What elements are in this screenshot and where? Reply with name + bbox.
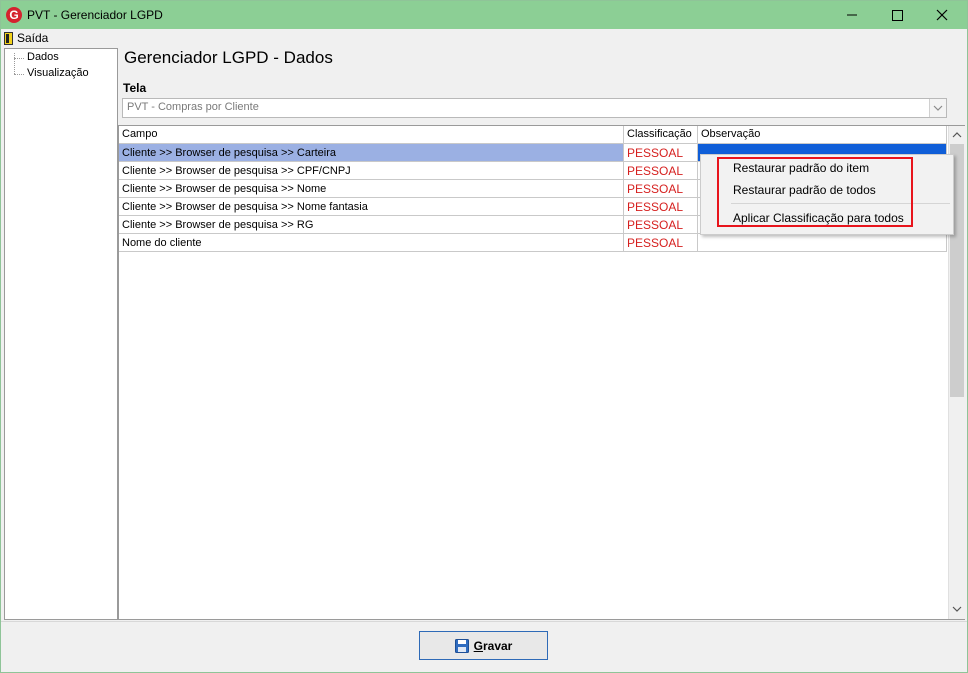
scroll-up-button[interactable] bbox=[949, 126, 965, 143]
table-row[interactable]: Nome do cliente PESSOAL bbox=[119, 234, 947, 252]
tree-connector bbox=[14, 74, 24, 75]
column-header-classificacao[interactable]: Classificação bbox=[624, 126, 698, 143]
grid-header: Campo Classificação Observação bbox=[119, 126, 947, 144]
chevron-down-icon bbox=[933, 105, 943, 111]
cell-campo[interactable]: Cliente >> Browser de pesquisa >> RG bbox=[119, 216, 624, 234]
app-logo-icon: G bbox=[6, 7, 22, 23]
maximize-icon bbox=[892, 10, 903, 21]
screen-select[interactable]: PVT - Compras por Cliente bbox=[122, 98, 947, 118]
cell-classificacao[interactable]: PESSOAL bbox=[624, 180, 698, 198]
window-title: PVT - Gerenciador LGPD bbox=[27, 8, 163, 22]
cell-campo[interactable]: Cliente >> Browser de pesquisa >> Nome f… bbox=[119, 198, 624, 216]
app-window: G PVT - Gerenciador LGPD Saída Dados Vis… bbox=[0, 0, 968, 673]
cell-campo[interactable]: Cliente >> Browser de pesquisa >> Nome bbox=[119, 180, 624, 198]
page-title: Gerenciador LGPD - Dados bbox=[124, 48, 333, 67]
cell-campo[interactable]: Cliente >> Browser de pesquisa >> Cartei… bbox=[119, 144, 624, 162]
cell-observacao[interactable] bbox=[698, 234, 947, 252]
chevron-up-icon bbox=[952, 132, 962, 138]
column-header-observacao[interactable]: Observação bbox=[698, 126, 947, 143]
menu-bar: Saída bbox=[1, 29, 967, 47]
maximize-button[interactable] bbox=[874, 1, 920, 29]
exit-menu[interactable]: Saída bbox=[4, 29, 48, 47]
close-icon bbox=[936, 9, 948, 21]
floppy-disk-icon bbox=[454, 638, 469, 653]
cell-classificacao[interactable]: PESSOAL bbox=[624, 216, 698, 234]
cell-classificacao[interactable]: PESSOAL bbox=[624, 162, 698, 180]
tree-connector bbox=[14, 53, 15, 74]
tree-item-dados[interactable]: Dados bbox=[27, 51, 59, 63]
save-button[interactable]: Gravar bbox=[419, 631, 548, 660]
navigation-tree: Dados Visualização bbox=[4, 48, 118, 620]
cell-classificacao[interactable]: PESSOAL bbox=[624, 144, 698, 162]
cell-classificacao[interactable]: PESSOAL bbox=[624, 198, 698, 216]
cell-campo[interactable]: Cliente >> Browser de pesquisa >> CPF/CN… bbox=[119, 162, 624, 180]
highlight-box bbox=[717, 157, 913, 227]
minimize-icon bbox=[847, 14, 857, 16]
screen-select-value: PVT - Compras por Cliente bbox=[127, 101, 259, 113]
cell-campo[interactable]: Nome do cliente bbox=[119, 234, 624, 252]
select-dropdown-button[interactable] bbox=[929, 99, 946, 117]
minimize-button[interactable] bbox=[829, 1, 875, 29]
title-bar[interactable]: G PVT - Gerenciador LGPD bbox=[1, 1, 967, 29]
footer-divider bbox=[1, 621, 967, 622]
cell-classificacao[interactable]: PESSOAL bbox=[624, 234, 698, 252]
tela-label: Tela bbox=[123, 81, 147, 95]
tree-item-visualizacao[interactable]: Visualização bbox=[27, 67, 89, 79]
chevron-down-icon bbox=[952, 606, 962, 612]
tree-connector bbox=[14, 58, 24, 59]
column-header-campo[interactable]: Campo bbox=[119, 126, 624, 143]
door-exit-icon bbox=[4, 31, 13, 45]
exit-menu-label: Saída bbox=[17, 31, 49, 45]
scroll-down-button[interactable] bbox=[949, 601, 965, 618]
save-button-label: Gravar bbox=[473, 638, 513, 653]
close-button[interactable] bbox=[919, 1, 965, 29]
